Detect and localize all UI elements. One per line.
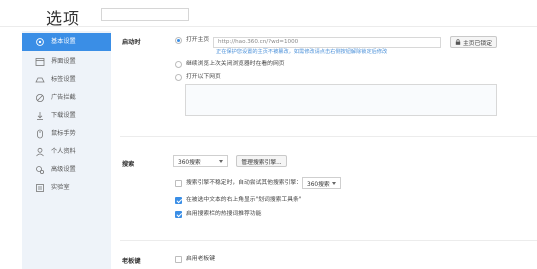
sidebar-item-label: 个人资料 (51, 148, 76, 155)
search-input[interactable] (101, 8, 189, 21)
sidebar-item-label: 基本设置 (51, 38, 76, 45)
checkbox-selection-toolbar[interactable] (175, 197, 182, 204)
homepage-locked-label: 主页已锁定 (463, 40, 492, 47)
sidebar-item-label: 鼠标手势 (51, 130, 76, 137)
search-section-label: 搜索 (122, 161, 135, 168)
window-icon (35, 57, 45, 67)
homepage-protect-note: 正在保护您设置的主页不被篡改，如需修改请点击右侧按钮解除锁定后修改 (216, 49, 388, 55)
startup-section-label: 启动时 (122, 39, 141, 46)
sidebar-item-profile[interactable]: 个人资料 (22, 143, 111, 161)
header-divider (0, 26, 537, 27)
sidebar-item-label: 高级设置 (51, 166, 76, 173)
sidebar-item-advanced-settings[interactable]: 高级设置 (22, 161, 111, 179)
advanced-icon (35, 165, 45, 175)
section-divider (120, 240, 537, 241)
search-engine-select[interactable]: 360搜索 (173, 155, 228, 167)
radio-open-homepage[interactable] (175, 37, 182, 44)
sidebar-item-label: 界面设置 (51, 58, 76, 65)
lock-icon (455, 39, 461, 45)
radio-continue-last-session[interactable] (175, 61, 182, 68)
radio-open-pages-label: 打开以下网页 (186, 74, 221, 80)
checkbox-enable-boss-key-label: 启用老板键 (186, 256, 215, 262)
mouse-icon (35, 129, 45, 139)
sidebar-item-basic-settings[interactable]: 基本设置 (22, 33, 111, 51)
download-icon (35, 111, 45, 121)
gear-icon (35, 37, 45, 47)
tag-icon (35, 75, 45, 85)
checkbox-hot-search[interactable] (175, 211, 182, 218)
checkbox-enable-boss-key[interactable] (175, 256, 182, 263)
boss-key-section-label: 老板键 (122, 258, 141, 265)
chevron-down-icon (332, 182, 336, 185)
startup-pages-textarea[interactable] (185, 84, 497, 116)
lab-icon (35, 183, 45, 193)
homepage-locked-button[interactable]: 主页已锁定 (450, 36, 497, 48)
sidebar-item-tab-settings[interactable]: 标签设置 (22, 71, 111, 89)
sidebar-item-ad-block[interactable]: 广告拦截 (22, 89, 111, 107)
sidebar-item-label: 广告拦截 (51, 94, 76, 101)
search-engine-value: 360搜索 (178, 159, 201, 166)
manage-search-engines-button[interactable]: 管理搜索引擎... (236, 155, 287, 167)
sidebar-item-label: 标签设置 (51, 76, 76, 83)
chevron-down-icon (219, 160, 223, 163)
fallback-engine-select[interactable]: 360搜索 (302, 177, 341, 189)
sidebar-item-download-settings[interactable]: 下载设置 (22, 107, 111, 125)
sidebar-item-lab[interactable]: 实验室 (22, 179, 111, 197)
sidebar-item-label: 下载设置 (51, 112, 76, 119)
sidebar-item-label: 实验室 (51, 184, 70, 191)
sidebar-item-mouse-gestures[interactable]: 鼠标手势 (22, 125, 111, 143)
fallback-engine-value: 360搜索 (307, 181, 330, 188)
block-icon (35, 93, 45, 103)
sidebar: 基本设置 界面设置 标签设置 广告拦截 下载设置 鼠标手势 个人资料 高级设置 … (22, 31, 111, 269)
checkbox-selection-toolbar-label: 在被选中文本的右上角显示"划词搜索工具条" (186, 197, 302, 203)
radio-open-pages[interactable] (175, 74, 182, 81)
checkbox-hot-search-label: 启用搜索栏的热搜词推荐功能 (186, 211, 262, 217)
radio-open-homepage-label: 打开主页 (186, 37, 210, 43)
checkbox-auto-switch-engine[interactable] (175, 180, 182, 187)
sidebar-item-ui-settings[interactable]: 界面设置 (22, 53, 111, 71)
radio-continue-last-session-label: 继续浏览上次关闭浏览器时在看的网页 (186, 61, 285, 67)
section-divider (120, 136, 537, 137)
person-icon (35, 147, 45, 157)
checkbox-auto-switch-engine-label: 搜索引擎不稳定时，自动尝试其他搜索引擎： (186, 180, 302, 186)
homepage-url-field[interactable]: http://hao.360.cn/?wd=1000 (213, 37, 441, 48)
